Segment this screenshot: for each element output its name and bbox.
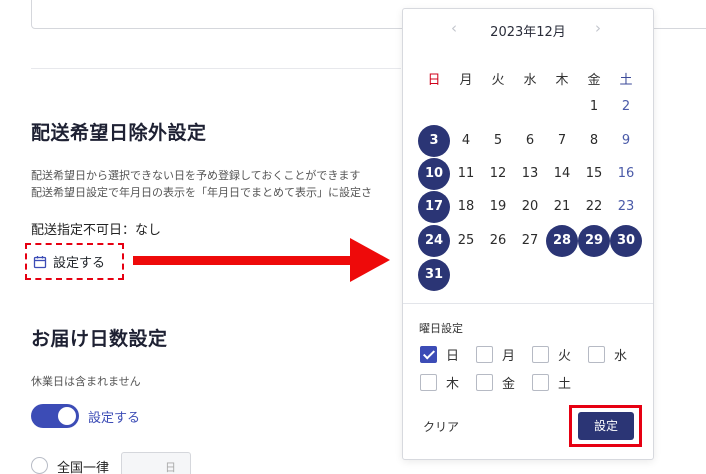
calendar-popover: ‹ 2023年12月 › 日月火水木金土 1 2 3 4 5 6 7 8 9 10 11 12 13 14… — [402, 8, 654, 460]
annotation-arrow-head — [350, 238, 390, 282]
calendar-day[interactable]: 22 — [578, 191, 610, 223]
delivery-days-toggle-label: 設定する — [88, 411, 141, 426]
weekday-checkbox[interactable] — [588, 346, 605, 363]
calendar-day[interactable]: 16 — [610, 158, 642, 190]
calendar-day[interactable]: 8 — [578, 125, 610, 157]
month-title: 2023年12月 — [490, 25, 566, 40]
calendar-day[interactable]: 12 — [482, 158, 514, 190]
weekday-header: 土 — [619, 73, 633, 88]
weekday-header: 月 — [459, 73, 473, 88]
weekday-header: 火 — [491, 73, 505, 88]
delivery-days-note: 休業日は含まれません — [31, 375, 141, 388]
calendar-day[interactable]: 6 — [514, 125, 546, 157]
unavailable-days-text: 配送指定不可日：なし — [31, 223, 162, 238]
calendar-day[interactable]: 7 — [546, 125, 578, 157]
calendar-day[interactable]: 19 — [482, 191, 514, 223]
weekday-header: 日 — [427, 73, 441, 88]
weekday-checkbox-label: 日 — [446, 349, 460, 364]
calendar-day[interactable]: 23 — [610, 191, 642, 223]
weekday-checkbox-label: 月 — [502, 349, 516, 364]
section-divider — [31, 68, 401, 69]
weekday-checkbox[interactable] — [476, 374, 493, 391]
delivery-exclusion-desc-1: 配送希望日から選択できない日を予め登録しておくことができます — [31, 169, 361, 182]
calendar-day[interactable]: 5 — [482, 125, 514, 157]
calendar-day[interactable]: 9 — [610, 125, 642, 157]
calendar-day[interactable]: 29 — [578, 225, 610, 257]
calendar-day[interactable]: 26 — [482, 225, 514, 257]
calendar-day[interactable]: 1 — [578, 91, 610, 123]
weekday-checkbox[interactable] — [476, 346, 493, 363]
weekday-header: 木 — [555, 73, 569, 88]
calendar-day[interactable]: 2 — [610, 91, 642, 123]
set-exclusion-days-button[interactable]: 設定する — [25, 243, 124, 280]
calendar-day[interactable]: 30 — [610, 225, 642, 257]
delivery-days-title: お届け日数設定 — [31, 328, 168, 350]
nationwide-radio[interactable] — [31, 457, 48, 474]
calendar-day[interactable]: 11 — [450, 158, 482, 190]
calendar-day[interactable]: 17 — [418, 191, 450, 223]
delivery-exclusion-desc-2: 配送希望日設定で年月日の表示を「年月日でまとめて表示」に設定さ — [31, 186, 372, 199]
weekday-checkbox[interactable] — [532, 374, 549, 391]
set-exclusion-days-label: 設定する — [53, 256, 106, 271]
weekday-checkbox-label: 水 — [614, 349, 628, 364]
calendar-day[interactable]: 4 — [450, 125, 482, 157]
nationwide-radio-label: 全国一律 — [57, 461, 110, 474]
calendar-day[interactable]: 20 — [514, 191, 546, 223]
submit-button[interactable]: 設定 — [578, 412, 634, 440]
weekday-checkbox-label: 木 — [446, 377, 460, 392]
weekday-checkbox[interactable] — [420, 346, 437, 363]
calendar-day[interactable]: 25 — [450, 225, 482, 257]
weekday-checkbox-label: 土 — [558, 377, 572, 392]
calendar-day[interactable]: 15 — [578, 158, 610, 190]
popover-divider — [403, 303, 653, 304]
calendar-day[interactable]: 27 — [514, 225, 546, 257]
days-input[interactable]: 日 — [121, 452, 191, 474]
calendar-day[interactable]: 10 — [418, 158, 450, 190]
calendar-day[interactable]: 18 — [450, 191, 482, 223]
weekday-checkbox[interactable] — [420, 374, 437, 391]
calendar-icon — [33, 255, 47, 268]
calendar-header: ‹ 2023年12月 › — [403, 19, 653, 41]
delivery-days-toggle[interactable] — [31, 404, 79, 428]
weekday-header: 金 — [587, 73, 601, 88]
calendar-day[interactable]: 13 — [514, 158, 546, 190]
chevron-right-icon[interactable]: › — [595, 19, 601, 37]
calendar-day[interactable]: 24 — [418, 225, 450, 257]
calendar-day[interactable]: 28 — [546, 225, 578, 257]
weekday-header: 水 — [523, 73, 537, 88]
calendar-day[interactable]: 21 — [546, 191, 578, 223]
calendar-day[interactable]: 31 — [418, 259, 450, 291]
weekday-checkbox[interactable] — [532, 346, 549, 363]
delivery-exclusion-title: 配送希望日除外設定 — [31, 122, 207, 144]
calendar-day[interactable]: 14 — [546, 158, 578, 190]
weekday-checkbox-label: 火 — [558, 349, 572, 364]
annotation-arrow-shaft — [133, 256, 355, 265]
clear-button[interactable]: クリア — [423, 418, 459, 435]
calendar-day[interactable]: 3 — [418, 125, 450, 157]
weekday-checkbox-label: 金 — [502, 377, 516, 392]
weekday-setting-title: 曜日設定 — [419, 322, 463, 335]
